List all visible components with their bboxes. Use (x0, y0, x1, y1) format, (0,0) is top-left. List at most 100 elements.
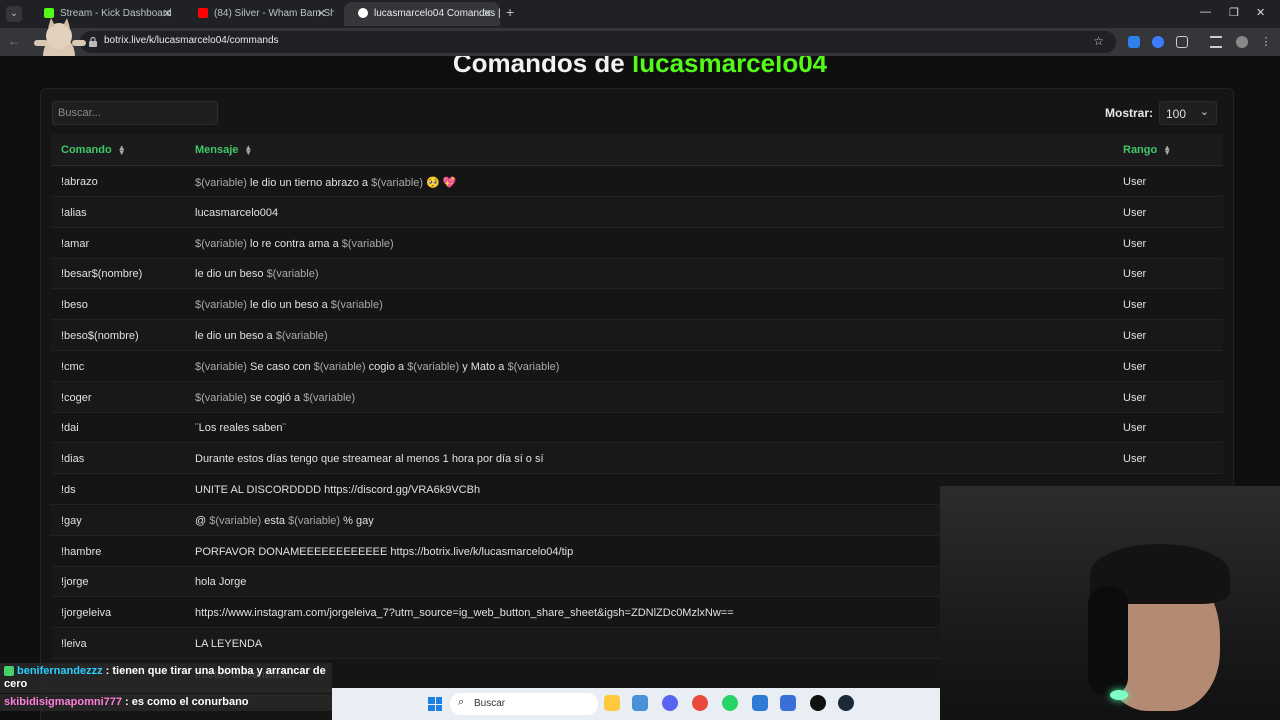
message-text: le dio un beso a (195, 330, 276, 342)
column-header-rank[interactable]: Rango ▲ ▼ (1123, 144, 1171, 157)
notepad-icon[interactable] (632, 695, 648, 711)
windows-start-icon[interactable] (428, 697, 442, 711)
reading-list-icon[interactable] (1210, 36, 1222, 48)
browser-tab-bar: ⌄ Stream - Kick Dashboard ✕ (84) Silver … (0, 0, 1280, 28)
command-cell: !leiva (61, 638, 87, 650)
message-text: https://www.instagram.com/jorgeleiva_7?u… (195, 607, 734, 620)
close-tab-icon[interactable]: ✕ (317, 2, 326, 26)
search-icon: ⌕ (458, 696, 465, 708)
tab-label: lucasmarcelo04 Comandos | El (374, 8, 500, 19)
rank-cell: User (1123, 176, 1147, 188)
message-variable: $(variable) (407, 360, 460, 373)
obs-icon[interactable] (810, 695, 826, 711)
command-cell: !abrazo (61, 176, 98, 188)
message-text: UNITE AL DISCORDDDD https://discord.gg/V… (195, 484, 481, 496)
table-row: !dai ¨Los reales saben¨ User (51, 413, 1223, 444)
address-bar[interactable]: botrix.live/k/lucasmarcelo04/commands ☆ (80, 31, 1116, 53)
sort-icon: ▲ ▼ (117, 143, 126, 158)
chat-overlay: benifernandezzz : tienen que tirar una b… (0, 663, 332, 719)
discord-icon[interactable] (662, 695, 678, 711)
restore-icon[interactable]: ❐ (1229, 6, 1239, 19)
file-explorer-icon[interactable] (604, 695, 620, 711)
rank-cell: User (1123, 360, 1147, 373)
back-icon[interactable]: ← (8, 34, 20, 48)
windows-taskbar: ⌕ Buscar (332, 688, 940, 720)
message-text: hola Jorge (195, 576, 247, 589)
message-cell: @ $(variable) esta $(variable) % gay (195, 515, 374, 527)
chat-text: : es como el conurbano (121, 696, 249, 708)
new-tab-button[interactable]: + (506, 4, 514, 20)
more-menu-icon[interactable]: ⋮ (1260, 36, 1272, 48)
message-variable: $(variable) (195, 177, 247, 189)
message-text: ¨Los reales saben¨ (195, 422, 287, 435)
message-text: y Mato a (459, 360, 508, 373)
table-row: !beso$(nombre) le dio un beso a $(variabl… (51, 321, 1223, 351)
rank-cell: User (1123, 268, 1147, 281)
message-variable: $(variable) (507, 360, 560, 373)
chat-message: benifernandezzz : tienen que tirar una b… (0, 663, 332, 693)
close-tab-icon[interactable]: ✕ (163, 2, 172, 26)
show-entries-select[interactable]: 100 ⌄ (1159, 101, 1217, 125)
column-header-label: Rango (1123, 144, 1158, 156)
extension-icon[interactable] (1128, 36, 1140, 48)
close-window-icon[interactable]: ✕ (1256, 6, 1265, 19)
command-cell: !dias (61, 453, 85, 466)
screen: ⌄ Stream - Kick Dashboard ✕ (84) Silver … (0, 0, 1280, 720)
table-row: !besar$(nombre) le dio un beso $(variable… (51, 259, 1223, 290)
bookmark-star-icon[interactable]: ☆ (1093, 34, 1104, 48)
minimize-icon[interactable]: — (1200, 6, 1211, 18)
rank-cell: User (1123, 453, 1147, 466)
message-cell: le dio un beso $(variable) (195, 268, 319, 280)
column-header-message[interactable]: Mensaje ▲ ▼ (195, 144, 252, 157)
chrome-icon[interactable] (692, 695, 708, 711)
close-tab-icon[interactable]: ✕ (483, 2, 492, 26)
command-cell: !gay (61, 514, 82, 527)
message-variable: $(variable) (195, 237, 247, 250)
table-row: !amar $(variable) lo re contra ama a $(va… (51, 229, 1223, 259)
command-cell: !jorge (61, 576, 89, 589)
taskbar-search-label: Buscar (474, 698, 506, 709)
message-cell: $(variable) Se caso con $(variable) cogi… (195, 361, 559, 373)
taskbar-search[interactable]: ⌕ Buscar (450, 693, 598, 715)
chat-message: skibidisigmapomni777 : es como el conurb… (0, 694, 332, 711)
extensions-puzzle-icon[interactable] (1176, 36, 1188, 48)
message-variable: $(variable) (288, 514, 341, 527)
message-cell: LA LEYENDA (195, 638, 262, 650)
chat-username: benifernandezzz (17, 665, 103, 677)
message-text: cogio a (365, 360, 408, 373)
message-text: le dio un tierno abrazo a (246, 177, 372, 189)
whatsapp-icon[interactable] (722, 695, 738, 711)
message-text: @ (195, 514, 210, 527)
message-variable: $(variable) (266, 268, 319, 281)
tab-youtube[interactable]: (84) Silver - Wham Bam Sha ✕ (184, 2, 334, 26)
store-icon[interactable] (780, 695, 796, 711)
rank-cell: User (1123, 330, 1147, 342)
message-cell: https://www.instagram.com/jorgeleiva_7?u… (195, 607, 734, 619)
message-cell: lucasmarcelo004 (195, 207, 278, 219)
table-header: Comando ▲ ▼ Mensaje ▲ ▼ Rango ▲ ▼ (51, 134, 1223, 166)
message-variable: $(variable) (313, 360, 366, 373)
url-text: botrix.live/k/lucasmarcelo04/commands (104, 35, 279, 46)
app-icon[interactable] (752, 695, 768, 711)
chevron-down-icon: ⌄ (1199, 106, 1209, 118)
tab-commands[interactable]: lucasmarcelo04 Comandos | El ✕ (344, 2, 500, 26)
message-variable: $(variable) (303, 391, 356, 404)
message-cell: $(variable) lo re contra ama a $(variabl… (195, 238, 394, 250)
tab-search-button[interactable]: ⌄ (6, 6, 22, 22)
rank-cell: User (1123, 237, 1147, 250)
table-row: !beso $(variable) le dio un beso a $(vari… (51, 290, 1223, 321)
steam-icon[interactable] (838, 695, 854, 711)
profile-avatar-icon[interactable] (1236, 36, 1248, 48)
message-variable: $(variable) (330, 299, 383, 312)
command-cell: !beso$(nombre) (61, 330, 139, 342)
column-header-command[interactable]: Comando ▲ ▼ (61, 143, 126, 158)
rank-cell: User (1123, 206, 1147, 219)
command-cell: !besar$(nombre) (61, 268, 143, 281)
extension-icon[interactable] (1152, 36, 1164, 48)
message-text: se cogió a (246, 391, 304, 404)
message-text: lucasmarcelo004 (195, 206, 279, 219)
search-input[interactable] (52, 101, 218, 125)
command-cell: !beso (61, 299, 88, 312)
command-cell: !ds (61, 484, 76, 496)
message-cell: Durante estos días tengo que streamear a… (195, 453, 544, 465)
